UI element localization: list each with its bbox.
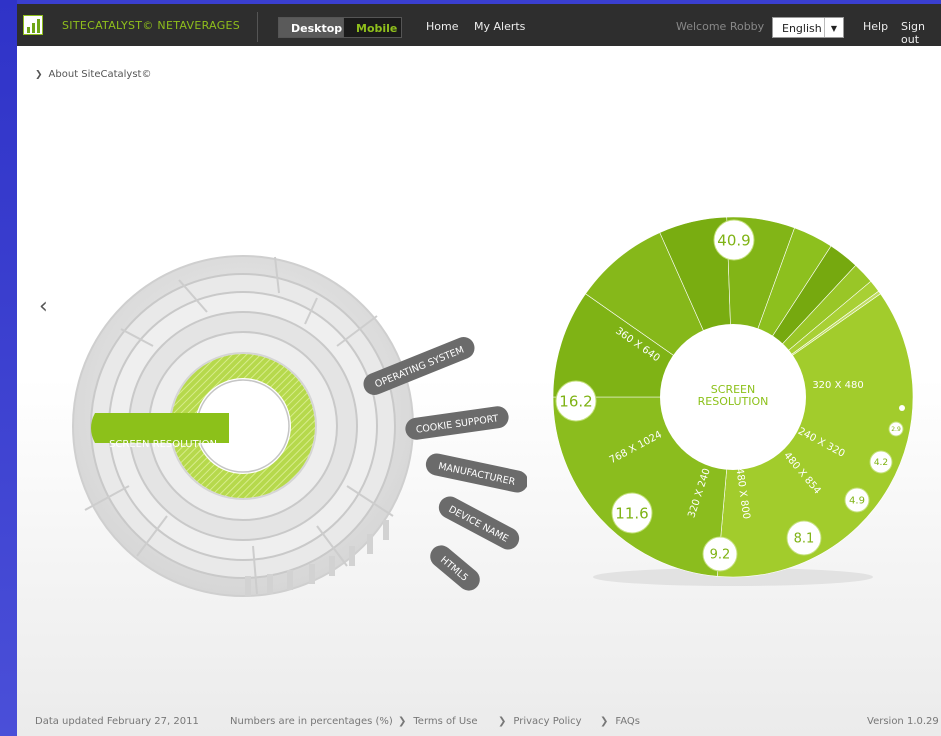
value-dot[interactable] xyxy=(899,405,905,411)
value-bubble-label: 2.9 xyxy=(891,426,901,433)
chevron-right-icon: ❯ xyxy=(35,70,43,80)
value-bubble-label: 4.9 xyxy=(849,496,865,507)
language-select[interactable]: English ▼ xyxy=(772,17,844,38)
chevron-down-icon[interactable]: ▼ xyxy=(824,18,843,37)
dimension-wheel: SCREEN RESOLUTION OPERATING SYSTEMCOOKIE… xyxy=(72,255,527,597)
footer-faqs-label: FAQs xyxy=(615,716,640,727)
help-link[interactable]: Help xyxy=(863,20,888,33)
value-bubble-label: 40.9 xyxy=(717,231,750,249)
pie-center-subtitle: RESOLUTION xyxy=(698,395,769,408)
footer-faqs-link[interactable]: ❯ FAQs xyxy=(600,716,640,727)
chevron-right-icon: ❯ xyxy=(398,716,407,727)
main-content: ❯ About SiteCatalyst© ‹ SCREEN RESOLUTIO… xyxy=(17,46,941,736)
value-bubble-label: 16.2 xyxy=(559,392,592,410)
previous-arrow-icon[interactable]: ‹ xyxy=(39,294,48,319)
desktop-toggle[interactable]: Desktop xyxy=(278,17,344,38)
footer-privacy-label: Privacy Policy xyxy=(513,716,582,727)
mobile-toggle[interactable]: Mobile xyxy=(343,17,402,38)
tab-cookie-support[interactable]: COOKIE SUPPORT xyxy=(404,405,510,441)
footer: Data updated February 27, 2011 Numbers a… xyxy=(17,710,941,736)
brand-title[interactable]: SITECATALYST© NETAVERAGES xyxy=(62,19,240,32)
footer-terms-link[interactable]: ❯ Terms of Use xyxy=(398,716,478,727)
footer-updated: Data updated February 27, 2011 xyxy=(35,716,199,727)
value-bubble-label: 8.1 xyxy=(794,532,815,547)
footer-version: Version 1.0.29 xyxy=(867,716,939,727)
tab-manufacturer[interactable]: MANUFACTURER xyxy=(424,451,527,494)
value-bubble-label: 11.6 xyxy=(615,504,648,522)
pie-slice-label: 320 X 480 xyxy=(812,380,863,391)
screen-resolution-pie: SCREEN RESOLUTION 360 X 640320 X 480240 … xyxy=(552,216,914,586)
tab-device-name[interactable]: DEVICE NAME xyxy=(435,493,523,554)
tab-html5[interactable]: HTML5 xyxy=(426,541,485,595)
footer-privacy-link[interactable]: ❯ Privacy Policy xyxy=(498,716,582,727)
value-bubble-label: 9.2 xyxy=(710,548,731,563)
welcome-text: Welcome Robby xyxy=(676,20,765,33)
chevron-right-icon: ❯ xyxy=(498,716,507,727)
window-edge xyxy=(0,0,17,736)
sign-out-link[interactable]: Sign out xyxy=(901,20,941,46)
tab-screen-resolution-label: SCREEN RESOLUTION xyxy=(109,439,217,450)
value-bubble-label: 4.2 xyxy=(874,458,888,468)
nav-my-alerts[interactable]: My Alerts xyxy=(474,20,525,33)
chevron-right-icon: ❯ xyxy=(600,716,609,727)
breadcrumb-label: About SiteCatalyst© xyxy=(48,69,152,80)
footer-units: Numbers are in percentages (%) xyxy=(230,716,393,727)
footer-terms-label: Terms of Use xyxy=(413,716,478,727)
bar-chart-logo-icon[interactable] xyxy=(23,15,43,35)
divider xyxy=(257,12,258,42)
breadcrumb[interactable]: ❯ About SiteCatalyst© xyxy=(35,69,151,80)
language-value: English xyxy=(782,22,822,35)
nav-home[interactable]: Home xyxy=(426,20,458,33)
top-nav-bar: SITECATALYST© NETAVERAGES Desktop Mobile… xyxy=(17,0,941,46)
